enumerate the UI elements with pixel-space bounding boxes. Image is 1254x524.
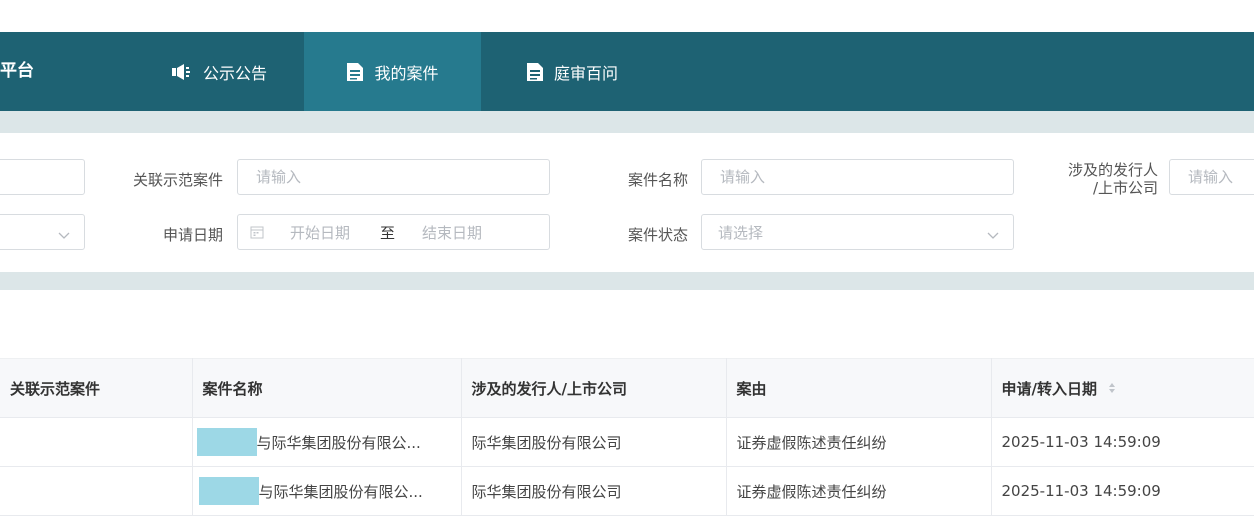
case-name-text[interactable]: [718, 167, 1013, 187]
chevron-down-icon: [987, 226, 999, 244]
date-separator: 至: [380, 223, 396, 242]
col-header-related-case: 关联示范案件: [0, 358, 193, 418]
end-date-field[interactable]: 结束日期: [422, 222, 482, 243]
related-case-label: 关联示范案件: [132, 171, 223, 189]
cell-cause: 证券虚假陈述责任纠纷: [726, 466, 992, 516]
truncated-input-field[interactable]: [0, 159, 85, 195]
document-icon: [346, 62, 364, 82]
section-divider: [0, 272, 1254, 290]
cell-issuer: 际华集团股份有限公司: [461, 466, 727, 516]
issuer-label-line2: /上市公司: [1092, 179, 1158, 197]
issuer-label: 涉及的发行人 /上市公司: [1030, 161, 1158, 197]
case-name-label: 案件名称: [627, 171, 688, 189]
table-row[interactable]: 与际华集团股份有限公... 际华集团股份有限公司 证券虚假陈述责任纠纷 2025…: [0, 466, 1254, 516]
case-status-select[interactable]: 请选择: [701, 214, 1014, 250]
cell-issuer: 际华集团股份有限公司: [461, 417, 727, 467]
start-date-field[interactable]: 开始日期: [290, 222, 380, 243]
platform-title: 平台: [0, 61, 34, 81]
nav-tab-my-cases[interactable]: 我的案件: [304, 32, 481, 111]
case-name-text[interactable]: 与际华集团股份有限公...: [259, 481, 423, 502]
megaphone-icon: [171, 63, 193, 80]
cases-table: 关联示范案件 案件名称 涉及的发行人/上市公司 案由 申请/转入日期 与际华集团…: [0, 358, 1254, 516]
sort-icon[interactable]: [1108, 380, 1116, 398]
filter-panel: 关联示范案件 案件名称 涉及的发行人 /上市公司 申请日期 开始日期 至 结束日…: [0, 133, 1254, 272]
document-icon: [526, 62, 544, 82]
col-header-apply-date[interactable]: 申请/转入日期: [991, 358, 1254, 418]
nav-tab-label: 公示公告: [202, 63, 267, 83]
top-nav-bar: 平台 公示公告 我的案件 庭审百问: [0, 32, 1254, 111]
case-name-text[interactable]: 与际华集团股份有限公...: [257, 432, 421, 453]
nav-tab-label: 庭审百问: [553, 63, 618, 83]
cell-related-case: [0, 417, 193, 467]
cell-related-case: [0, 466, 193, 516]
cell-cause: 证券虚假陈述责任纠纷: [726, 417, 992, 467]
calendar-icon: [250, 225, 264, 239]
cell-apply-date: 2025-11-03 14:59:09: [991, 417, 1254, 467]
cell-case-name[interactable]: 与际华集团股份有限公...: [192, 417, 462, 467]
redacted-block: [198, 477, 259, 505]
apply-date-label: 申请日期: [162, 226, 223, 244]
truncated-select-field[interactable]: [0, 214, 85, 250]
issuer-text[interactable]: [1186, 167, 1254, 187]
date-range-picker[interactable]: 开始日期 至 结束日期: [237, 214, 550, 250]
redacted-block: [196, 428, 257, 456]
cell-case-name[interactable]: 与际华集团股份有限公...: [192, 466, 462, 516]
related-case-text[interactable]: [254, 167, 549, 187]
apply-date-header-label: 申请/转入日期: [1001, 379, 1097, 398]
case-name-input[interactable]: [701, 159, 1014, 195]
nav-tab-announcements[interactable]: 公示公告: [135, 32, 303, 111]
nav-tab-trial-qa[interactable]: 庭审百问: [482, 32, 662, 111]
issuer-label-line1: 涉及的发行人: [1067, 161, 1158, 179]
table-header-row: 关联示范案件 案件名称 涉及的发行人/上市公司 案由 申请/转入日期: [0, 358, 1254, 418]
section-divider: [0, 111, 1254, 133]
chevron-down-icon: [58, 226, 70, 244]
case-status-label: 案件状态: [627, 226, 688, 244]
col-header-issuer: 涉及的发行人/上市公司: [461, 358, 727, 418]
table-row[interactable]: 与际华集团股份有限公... 际华集团股份有限公司 证券虚假陈述责任纠纷 2025…: [0, 417, 1254, 467]
case-status-placeholder: 请选择: [718, 223, 764, 242]
col-header-case-name: 案件名称: [192, 358, 462, 418]
nav-tab-label: 我的案件: [374, 63, 439, 83]
issuer-input[interactable]: [1169, 159, 1254, 195]
related-case-input[interactable]: [237, 159, 550, 195]
cell-apply-date: 2025-11-03 14:59:09: [991, 466, 1254, 516]
col-header-cause: 案由: [726, 358, 992, 418]
